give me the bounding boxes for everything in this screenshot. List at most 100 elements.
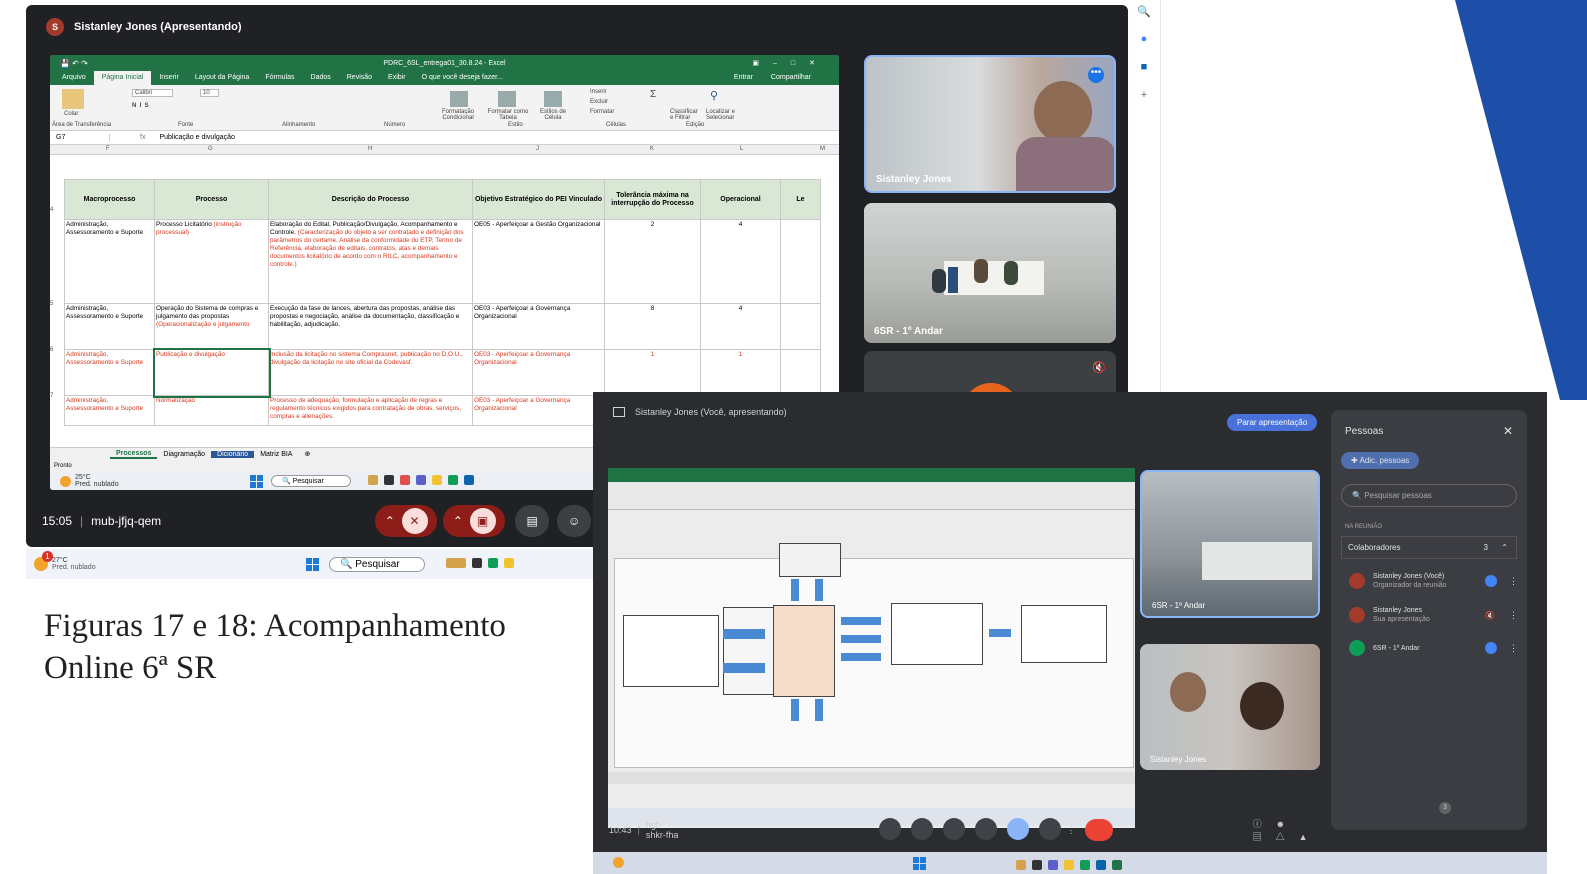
share-button[interactable]: Compartilhar: [763, 74, 819, 81]
find-icon[interactable]: ⚲: [710, 89, 718, 102]
cell[interactable]: Processo Licitatório (instrução processu…: [154, 219, 269, 304]
mic-button[interactable]: [874, 818, 906, 842]
emoji-button[interactable]: [970, 818, 1002, 842]
signin-link[interactable]: Entrar: [726, 74, 761, 81]
name-box[interactable]: G7: [50, 134, 110, 141]
header-processo[interactable]: Processo: [154, 179, 269, 220]
app-icon[interactable]: [416, 475, 426, 485]
col-k[interactable]: K: [650, 146, 654, 152]
col-g[interactable]: G: [208, 146, 213, 152]
header-macroprocesso[interactable]: Macroprocesso: [64, 179, 155, 220]
app-icon[interactable]: [488, 558, 498, 568]
end-call-button[interactable]: [1085, 819, 1113, 841]
bold-italic-underline[interactable]: N I S: [132, 103, 149, 109]
cell[interactable]: [780, 303, 821, 350]
weather-widget[interactable]: 1 27°C Pred. nublado: [26, 551, 306, 571]
sheet-tab-matriz-bia[interactable]: Matriz BIA: [254, 451, 298, 458]
outlook-icon[interactable]: ■: [1128, 61, 1160, 83]
app-icon[interactable]: [1032, 860, 1042, 870]
find-select[interactable]: Localizar e Selecionar: [706, 109, 748, 121]
video-tile[interactable]: 6SR - 1º Andar: [1140, 470, 1320, 618]
search-icon[interactable]: 🔍: [1128, 5, 1160, 27]
tab-inserir[interactable]: Inserir: [151, 71, 186, 85]
captions-button[interactable]: [938, 818, 970, 842]
paste-icon[interactable]: [62, 89, 84, 109]
col-m[interactable]: M: [820, 146, 825, 152]
row-num[interactable]: 7: [50, 393, 53, 399]
selected-cell[interactable]: Publicação e divulgação: [152, 347, 271, 398]
camera-button[interactable]: [906, 818, 938, 842]
app-icon[interactable]: [446, 558, 466, 568]
col-h[interactable]: H: [368, 146, 372, 152]
tab-layout[interactable]: Layout da Página: [187, 71, 258, 85]
tab-pagina-inicial[interactable]: Página Inicial: [93, 71, 152, 85]
more-vert-icon[interactable]: ⋮: [1509, 610, 1518, 621]
collaborators-group[interactable]: Colaboradores 3 ⌃: [1341, 536, 1517, 559]
add-people-button[interactable]: ✚ Adic. pessoas: [1341, 452, 1420, 469]
more-vert-icon[interactable]: ⋮: [1509, 576, 1518, 587]
header-objetivo[interactable]: Objetivo Estratégico do PEI Vinculado: [472, 179, 605, 220]
cell[interactable]: OE03 - Aperfeiçoar a Governança Organiza…: [472, 395, 605, 426]
sheet-tab-processos[interactable]: Processos: [110, 450, 158, 459]
cell[interactable]: 1: [700, 349, 781, 396]
app-icon[interactable]: [432, 475, 442, 485]
app-icon[interactable]: [1016, 860, 1026, 870]
app-icon[interactable]: [384, 475, 394, 485]
cell[interactable]: Administração, Assessoramento e Suporte: [64, 219, 155, 304]
insert-cells[interactable]: Inserir: [590, 89, 607, 95]
col-l[interactable]: L: [740, 146, 743, 152]
cell[interactable]: Administração, Assessoramento e Suporte: [64, 303, 155, 350]
app-icon[interactable]: [1112, 860, 1122, 870]
windows-start-icon[interactable]: [306, 557, 319, 571]
font-select[interactable]: Calibri: [132, 89, 174, 97]
delete-cells[interactable]: Excluir: [590, 99, 608, 105]
row-num[interactable]: 5: [50, 301, 53, 307]
add-sheet-icon[interactable]: ⊕: [298, 450, 316, 458]
conditional-format-label[interactable]: Formatação Condicional: [438, 109, 478, 121]
app-icon[interactable]: [472, 558, 482, 568]
mic-button[interactable]: ⌃ ✕: [375, 505, 438, 537]
sheet-tab-diagramacao[interactable]: Diagramação: [157, 451, 211, 458]
participant-row[interactable]: Sistanley Jones (Você) Organizador da reu…: [1349, 572, 1518, 590]
stop-presenting-button[interactable]: Parar apresentação: [1227, 414, 1318, 431]
window-controls[interactable]: ▣–□✕: [752, 59, 829, 67]
captions-button[interactable]: ▤: [515, 505, 550, 537]
cell-styles-icon[interactable]: [544, 91, 562, 107]
cell[interactable]: 4: [700, 303, 781, 350]
cell[interactable]: Elaboração do Edital, Publicação/Divulga…: [268, 219, 473, 304]
cell[interactable]: 4: [700, 219, 781, 304]
col-j[interactable]: J: [536, 146, 539, 152]
participant-row[interactable]: Sistanley Jones Sua apresentação 🔇 ⋮: [1349, 606, 1518, 624]
save-icon[interactable]: 💾 ↶ ↷: [60, 59, 88, 68]
cell[interactable]: Administração, Assessoramento e Suporte: [64, 349, 155, 396]
cell[interactable]: [780, 349, 821, 396]
more-options-button[interactable]: ⋮: [1066, 825, 1075, 836]
video-tile[interactable]: Sistanley Jones: [1140, 644, 1320, 770]
participant-row[interactable]: 6SR - 1º Andar ⋮: [1349, 640, 1518, 656]
cell[interactable]: Operação do Sistema de compras e julgame…: [154, 303, 269, 350]
present-button[interactable]: [1002, 818, 1034, 842]
cell[interactable]: OE03 - Aperfeiçoar a Governança Organiza…: [472, 303, 605, 350]
col-f[interactable]: F: [106, 146, 110, 152]
tab-exibir[interactable]: Exibir: [380, 71, 414, 85]
search-people-input[interactable]: 🔍 Pesquisar pessoas: [1341, 484, 1517, 507]
app-icon[interactable]: [448, 475, 458, 485]
cell[interactable]: 8: [604, 303, 701, 350]
cell[interactable]: Normalização: [154, 395, 269, 426]
more-vert-icon[interactable]: ⋮: [1509, 643, 1518, 654]
cell[interactable]: OE05 - Aperfeiçoar a Gestão Organizacion…: [472, 219, 605, 304]
conditional-format-icon[interactable]: [450, 91, 468, 107]
more-icon[interactable]: •••: [1088, 67, 1104, 83]
sheet-tab-dicionario[interactable]: Dicionário: [211, 450, 255, 458]
header-operacional[interactable]: Operacional: [700, 179, 781, 220]
header-tolerancia[interactable]: Tolerância máxima na interrupção do Proc…: [604, 179, 701, 220]
cell[interactable]: [780, 219, 821, 304]
format-table-icon[interactable]: [498, 91, 516, 107]
font-size-select[interactable]: 10: [200, 89, 219, 97]
taskbar-search[interactable]: 🔍 Pesquisar: [329, 556, 425, 572]
row-num[interactable]: 4: [50, 207, 53, 213]
app-icon[interactable]: [504, 558, 514, 568]
tell-me-search[interactable]: O que você deseja fazer...: [414, 71, 511, 85]
emoji-button[interactable]: ☺: [557, 505, 592, 537]
raise-hand-button[interactable]: [1034, 818, 1066, 842]
